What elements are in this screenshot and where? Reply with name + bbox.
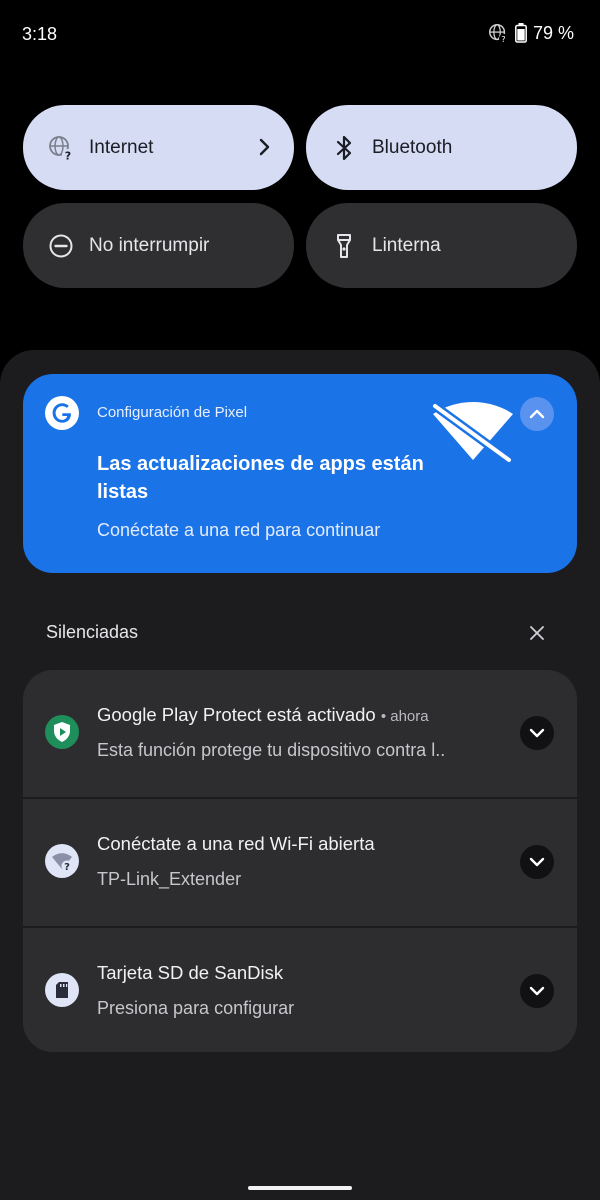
notification-app-name: Configuración de Pixel bbox=[97, 404, 248, 421]
svg-text:?: ? bbox=[65, 149, 71, 162]
status-bar: 3:18 ? 79 % bbox=[0, 0, 600, 70]
clock: 3:18 bbox=[22, 24, 58, 44]
notification-title: Tarjeta SD de SanDisk bbox=[97, 962, 284, 983]
notification-text: Conéctate a una red para continuar bbox=[97, 520, 381, 540]
notification-sd-card[interactable]: Tarjeta SD de SanDisk Presiona para conf… bbox=[23, 926, 577, 1052]
battery-percentage: 79 % bbox=[532, 22, 574, 43]
wifi-off-icon bbox=[429, 401, 517, 469]
tile-flashlight[interactable]: Linterna bbox=[306, 203, 577, 288]
wifi-question-icon: ? bbox=[45, 844, 79, 878]
clear-silenced-button[interactable] bbox=[527, 623, 547, 648]
expand-button[interactable] bbox=[520, 716, 554, 750]
svg-text:?: ? bbox=[64, 862, 70, 873]
tile-label: Bluetooth bbox=[372, 136, 453, 158]
tile-label: No interrumpir bbox=[89, 234, 210, 256]
collapse-button[interactable] bbox=[520, 397, 554, 431]
notification-text: Esta función protege tu dispositivo cont… bbox=[97, 740, 446, 760]
google-g-icon bbox=[45, 396, 79, 430]
notification-time: • ahora bbox=[380, 708, 429, 725]
pixel-update-notification[interactable]: Configuración de Pixel Las actualizacion… bbox=[23, 374, 577, 573]
tile-bluetooth[interactable]: Bluetooth bbox=[306, 105, 577, 190]
silenced-notifications: Google Play Protect está activado • ahor… bbox=[23, 670, 577, 1052]
home-indicator[interactable] bbox=[248, 1186, 352, 1190]
tile-internet[interactable]: ? Internet bbox=[23, 105, 294, 190]
notification-title: Conéctate a una red Wi-Fi abierta bbox=[97, 833, 375, 854]
notification-text: TP-Link_Extender bbox=[97, 869, 242, 889]
section-title-silenced: Silenciadas bbox=[46, 622, 139, 642]
notification-open-wifi[interactable]: ? Conéctate a una red Wi-Fi abierta TP-L… bbox=[23, 797, 577, 926]
svg-text:?: ? bbox=[501, 34, 505, 44]
tile-label: Internet bbox=[89, 136, 154, 158]
play-protect-icon bbox=[45, 715, 79, 749]
expand-button[interactable] bbox=[520, 974, 554, 1008]
flashlight-icon bbox=[330, 232, 358, 260]
tile-label: Linterna bbox=[372, 234, 441, 256]
status-icons: ? 79 % bbox=[487, 22, 574, 44]
chevron-right-icon bbox=[258, 135, 272, 164]
notification-title: Google Play Protect está activado • ahor… bbox=[97, 704, 429, 725]
notification-text: Presiona para configurar bbox=[97, 998, 295, 1018]
sd-card-icon bbox=[45, 973, 79, 1007]
battery-icon bbox=[515, 23, 527, 43]
tile-do-not-disturb[interactable]: No interrumpir bbox=[23, 203, 294, 288]
notification-title: Las actualizaciones de apps están listas bbox=[97, 453, 424, 503]
globe-question-icon: ? bbox=[487, 22, 509, 44]
globe-question-icon: ? bbox=[47, 134, 75, 162]
do-not-disturb-icon bbox=[47, 232, 75, 260]
expand-button[interactable] bbox=[520, 845, 554, 879]
bluetooth-icon bbox=[330, 134, 358, 162]
notification-play-protect[interactable]: Google Play Protect está activado • ahor… bbox=[23, 670, 577, 797]
